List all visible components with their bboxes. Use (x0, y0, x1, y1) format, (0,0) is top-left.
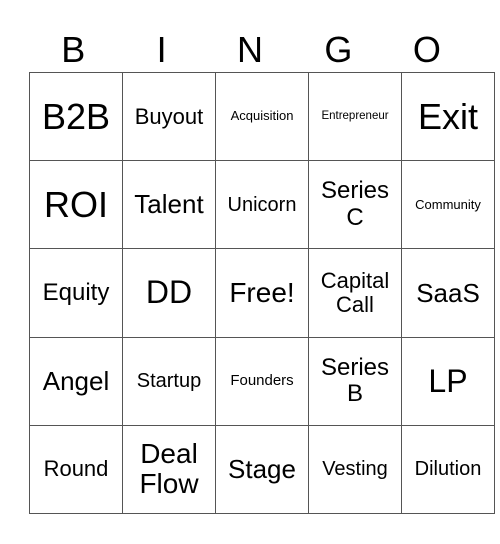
bingo-cell[interactable]: Capital Call (308, 248, 402, 338)
bingo-cell[interactable]: Round (29, 424, 123, 515)
bingo-cell[interactable]: Equity (29, 248, 123, 338)
bingo-cell[interactable]: Series B (308, 336, 402, 426)
bingo-cell[interactable]: Community (401, 160, 495, 250)
card-row: Angel Startup Founders Series B LP (29, 336, 495, 426)
bingo-cell[interactable]: Unicorn (215, 160, 309, 250)
bingo-cell[interactable]: Startup (122, 336, 216, 426)
bingo-cell[interactable]: Angel (29, 336, 123, 426)
bingo-cell[interactable]: Deal Flow (122, 424, 216, 515)
bingo-cell[interactable]: Talent (122, 160, 216, 250)
card-row: B2B Buyout Acquisition Entrepreneur Exit (29, 71, 495, 162)
bingo-header: B I N G O (29, 28, 471, 72)
bingo-cell[interactable]: ROI (29, 160, 123, 250)
header-letter-b: B (61, 29, 86, 70)
bingo-cell[interactable]: Dilution (401, 424, 495, 515)
bingo-cell[interactable]: Founders (215, 336, 309, 426)
bingo-cell[interactable]: LP (401, 336, 495, 426)
header-letter-o: O (412, 29, 441, 70)
header-letter-i: I (156, 29, 167, 70)
bingo-cell[interactable]: Buyout (122, 71, 216, 162)
bingo-cell[interactable]: Entrepreneur (308, 71, 402, 162)
bingo-cell[interactable]: Series C (308, 160, 402, 250)
header-letter-n: N (237, 29, 264, 70)
bingo-cell[interactable]: DD (122, 248, 216, 338)
bingo-card: B2B Buyout Acquisition Entrepreneur Exit… (29, 71, 495, 515)
card-row: ROI Talent Unicorn Series C Community (29, 160, 495, 250)
bingo-cell[interactable]: SaaS (401, 248, 495, 338)
card-row: Equity DD Free! Capital Call SaaS (29, 248, 495, 338)
bingo-cell[interactable]: B2B (29, 71, 123, 162)
bingo-cell[interactable]: Acquisition (215, 71, 309, 162)
bingo-cell free-space[interactable]: Free! (215, 248, 309, 338)
header-letter-g: G (324, 29, 353, 70)
bingo-cell[interactable]: Stage (215, 424, 309, 515)
bingo-cell[interactable]: Exit (401, 71, 495, 162)
card-row: Round Deal Flow Stage Vesting Dilution (29, 424, 495, 515)
bingo-cell[interactable]: Vesting (308, 424, 402, 515)
